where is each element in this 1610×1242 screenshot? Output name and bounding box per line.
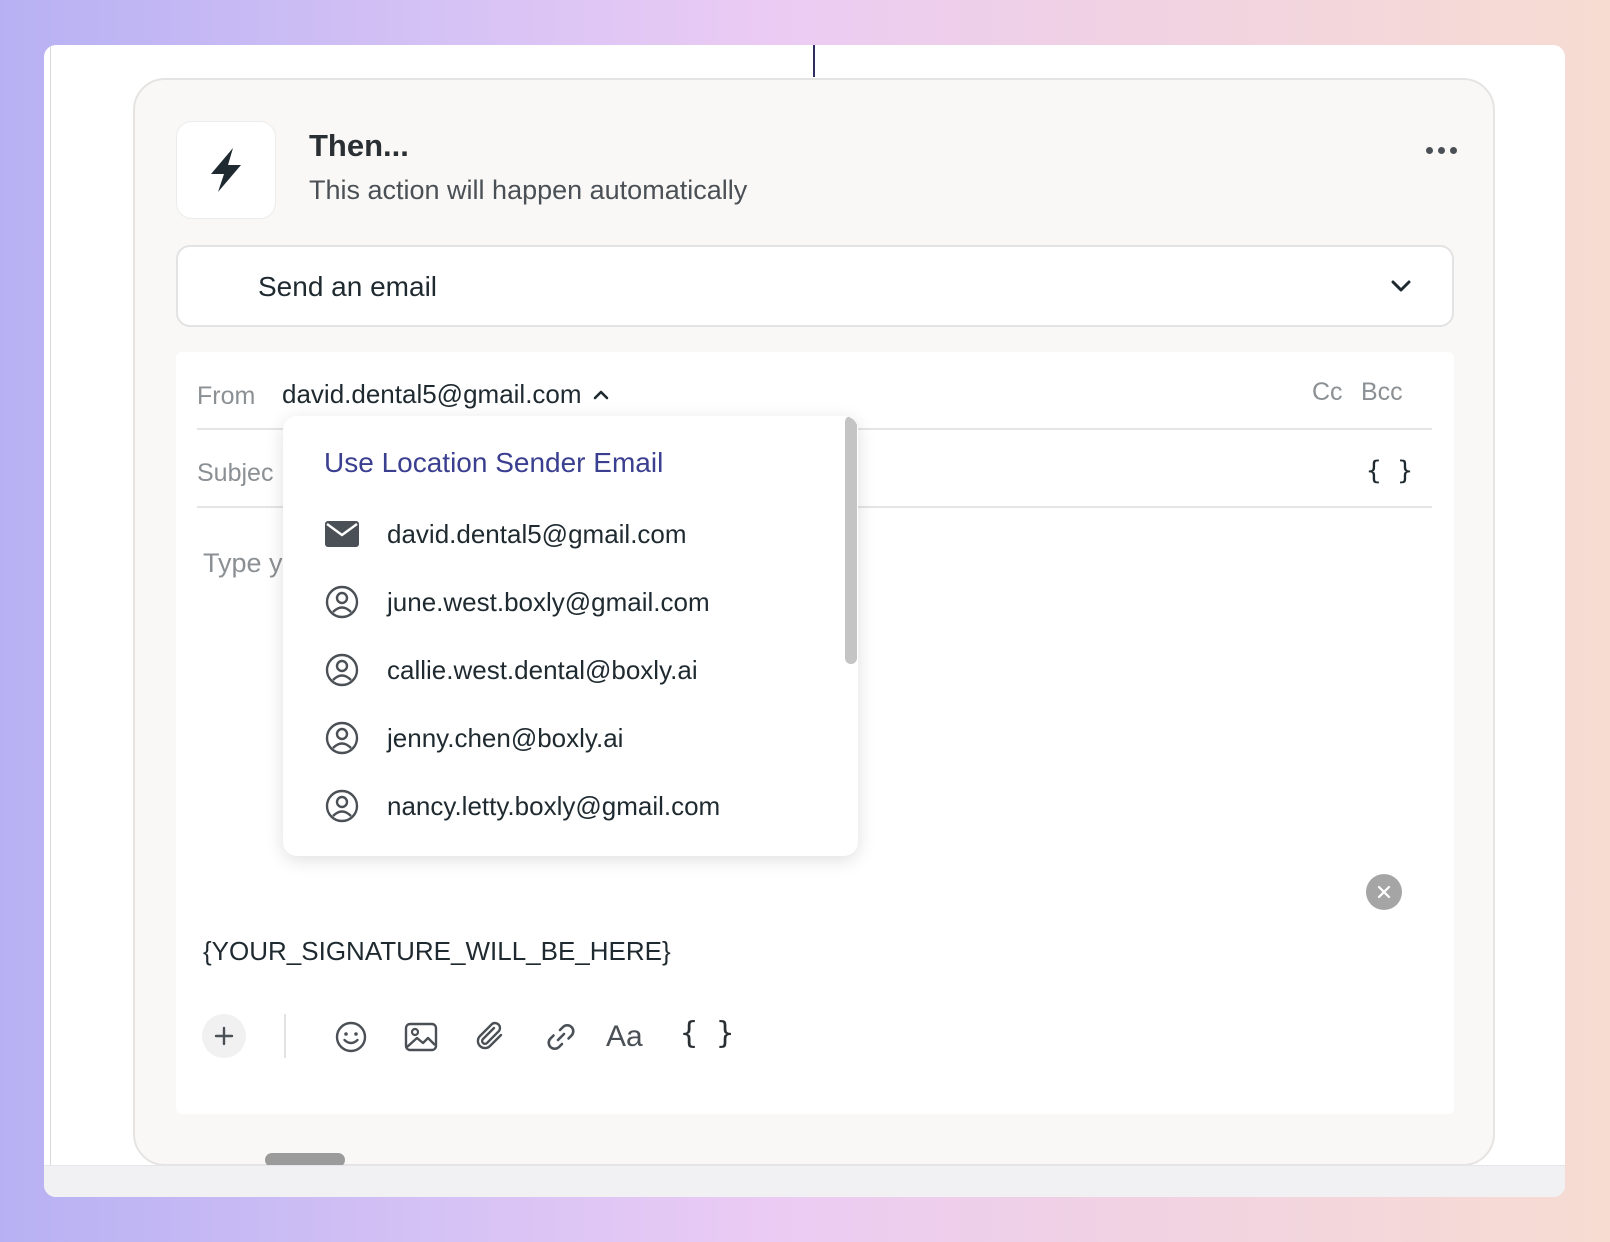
toolbar-divider <box>284 1014 286 1058</box>
paperclip-icon <box>476 1021 503 1050</box>
chevron-down-icon <box>1391 280 1411 292</box>
user-circle-icon <box>324 652 360 688</box>
remove-signature-button[interactable] <box>1366 874 1402 910</box>
sender-option-1[interactable]: june.west.boxly@gmail.com <box>283 572 843 632</box>
user-circle-icon <box>324 720 360 756</box>
more-options-button[interactable] <box>1420 136 1462 164</box>
more-dots-icon <box>1425 146 1433 154</box>
action-icon-box <box>176 121 276 219</box>
link-icon <box>547 1024 575 1050</box>
sender-option-4[interactable]: nancy.letty.boxly@gmail.com <box>283 776 843 836</box>
insert-variable-button[interactable]: { } <box>680 1016 734 1051</box>
sender-option-email: david.dental5@gmail.com <box>387 519 687 549</box>
sender-option-3[interactable]: jenny.chen@boxly.ai <box>283 708 843 768</box>
bottom-scroll-track <box>44 1165 1565 1197</box>
sender-option-email: jenny.chen@boxly.ai <box>387 723 624 753</box>
action-type-value: Send an email <box>258 271 438 302</box>
subject-input[interactable]: Subjec <box>197 459 273 488</box>
sender-option-email: callie.west.dental@boxly.ai <box>387 655 698 685</box>
attach-file-button[interactable] <box>472 1018 510 1056</box>
sender-option-0[interactable]: david.dental5@gmail.com <box>283 504 843 564</box>
chevron-up-icon[interactable] <box>592 386 610 404</box>
left-divider <box>50 45 51 1165</box>
user-circle-icon <box>324 584 360 620</box>
smiley-icon <box>335 1021 367 1053</box>
use-location-sender-email-option[interactable]: Use Location Sender Email <box>324 447 663 479</box>
workflow-connector-line <box>813 45 815 77</box>
insert-image-button[interactable] <box>402 1018 440 1056</box>
email-body-input[interactable]: Type y <box>203 548 283 579</box>
plus-icon <box>214 1026 234 1046</box>
insert-link-button[interactable] <box>542 1018 580 1056</box>
card-title: Then... <box>309 128 409 163</box>
sender-option-email: nancy.letty.boxly@gmail.com <box>387 791 721 821</box>
text-format-button[interactable]: Aa <box>606 1020 643 1054</box>
sender-option-2[interactable]: callie.west.dental@boxly.ai <box>283 640 843 700</box>
dropdown-scrollbar-thumb[interactable] <box>845 416 857 664</box>
close-icon <box>1377 885 1391 899</box>
more-dot <box>1449 146 1457 154</box>
sender-email-dropdown: Use Location Sender Email david.dental5@… <box>283 416 858 856</box>
signature-placeholder: {YOUR_SIGNATURE_WILL_BE_HERE} <box>203 936 671 966</box>
emoji-button[interactable] <box>332 1018 370 1056</box>
cc-toggle[interactable]: Cc <box>1312 378 1343 407</box>
card-subtitle: This action will happen automatically <box>309 175 748 205</box>
subject-variables-button[interactable]: { } <box>1366 456 1413 486</box>
from-label: From <box>197 382 256 410</box>
image-icon <box>404 1022 438 1052</box>
more-dot <box>1437 146 1445 154</box>
sender-option-email: june.west.boxly@gmail.com <box>387 587 710 617</box>
envelope-icon <box>324 516 360 552</box>
user-circle-icon <box>324 788 360 824</box>
editor-toolbar: Aa { } <box>202 1012 762 1062</box>
lightning-bolt-icon <box>211 148 241 192</box>
from-select[interactable]: david.dental5@gmail.com <box>282 379 582 410</box>
action-type-select[interactable]: Send an email <box>176 245 1454 327</box>
bcc-toggle[interactable]: Bcc <box>1361 378 1403 407</box>
add-button[interactable] <box>202 1014 246 1058</box>
